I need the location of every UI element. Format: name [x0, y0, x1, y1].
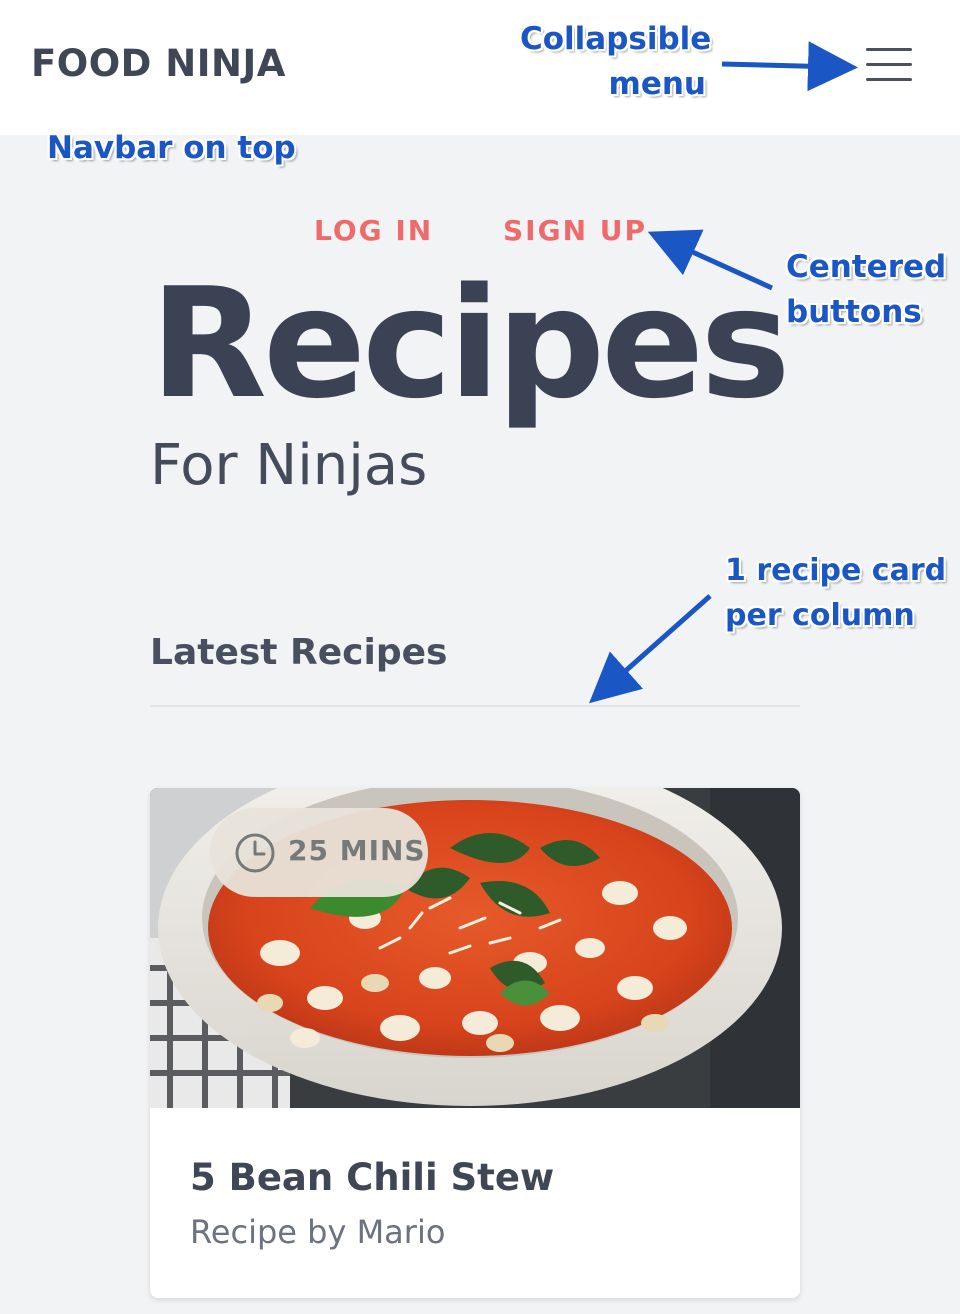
annotation-line: Collapsible: [520, 21, 712, 57]
annotation-line: Centered: [786, 249, 947, 285]
annotation-collapsible-menu: Collapsible menu: [520, 17, 712, 107]
recipe-card-author: Recipe by Mario: [190, 1213, 446, 1251]
annotation-line: 1 recipe card: [725, 553, 947, 588]
annotation-navbar-on-top: Navbar on top: [47, 130, 296, 166]
section-divider: [150, 705, 800, 707]
navbar: FOOD NINJA: [0, 0, 960, 135]
arrow-to-card: [589, 594, 712, 704]
annotation-recipe-card-per-column: 1 recipe card per column: [725, 548, 946, 638]
hamburger-menu-icon[interactable]: [866, 48, 914, 82]
brand-logo-text[interactable]: FOOD NINJA: [31, 42, 286, 85]
page: FOOD NINJA LOG IN SIGN UP Recipes For Ni…: [0, 0, 960, 1314]
recipe-card-title[interactable]: 5 Bean Chili Stew: [190, 1156, 554, 1199]
clock-icon: [235, 833, 275, 873]
hero-subtitle: For Ninjas: [150, 433, 428, 498]
annotation-line: per column: [725, 598, 915, 633]
hamburger-line: [866, 63, 912, 66]
cook-time-text: 25 MINS: [288, 834, 426, 867]
cook-time-badge: 25 MINS: [210, 808, 428, 897]
login-link[interactable]: LOG IN: [314, 214, 433, 247]
hamburger-line: [866, 48, 912, 51]
recipe-card-image: 25 MINS: [150, 788, 800, 1108]
annotation-centered-buttons: Centered buttons: [786, 245, 946, 335]
annotation-line: buttons: [786, 294, 922, 330]
signup-link[interactable]: SIGN UP: [503, 214, 647, 247]
hero-title: Recipes: [150, 255, 791, 432]
annotation-line: menu: [608, 66, 706, 102]
hamburger-line: [866, 78, 912, 81]
recipe-card[interactable]: 25 MINS 5 Bean Chili Stew Recipe by Mari…: [150, 788, 800, 1298]
latest-recipes-heading: Latest Recipes: [150, 632, 448, 673]
